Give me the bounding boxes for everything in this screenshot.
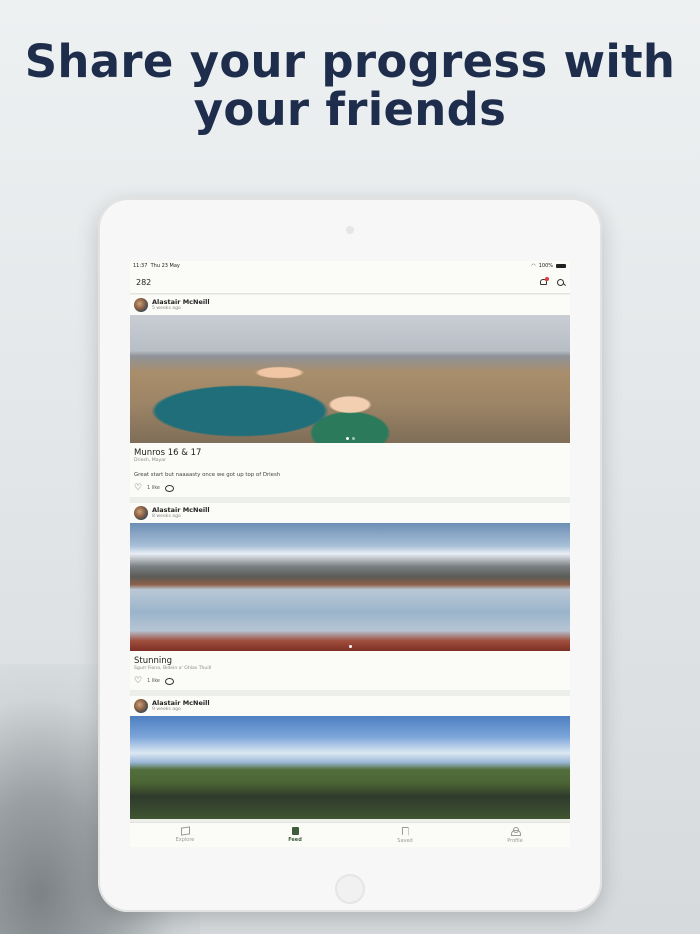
post-text: Great start but naaaasty once we got up … [134, 472, 281, 478]
post-body: Munros 16 & 17 Driesh, Mayar Great start… [130, 443, 570, 497]
like-count[interactable]: 1 like [147, 679, 160, 684]
tab-label: Profile [507, 837, 523, 844]
post-reactions: ♡ 1 like [134, 676, 566, 686]
avatar[interactable] [134, 506, 148, 520]
post-time: 9 weeks ago [152, 706, 181, 712]
comment-icon[interactable] [164, 484, 174, 492]
battery-icon [556, 264, 566, 268]
battery-level: 100% [538, 263, 553, 269]
post-author[interactable]: Alastair McNeill [152, 506, 210, 514]
post-location: Sgurr Fiona, Bidein a' Ghlas Thuill [134, 666, 212, 671]
camera-icon [346, 226, 354, 234]
post-header[interactable]: Alastair McNeill 9 weeks ago [130, 696, 570, 716]
headline-text-2: your [193, 83, 326, 136]
feed-icon [291, 827, 299, 835]
post-body: Stunning Sgurr Fiona, Bidein a' Ghlas Th… [130, 651, 570, 690]
headline-text-1: your progress with [173, 35, 676, 88]
post-card[interactable]: Alastair McNeill 8 weeks ago Stunning Sg… [130, 503, 570, 690]
post-header[interactable]: Alastair McNeill 5 weeks ago [130, 295, 570, 315]
post-photo[interactable] [130, 523, 570, 651]
post-card[interactable]: Alastair McNeill 9 weeks ago [130, 696, 570, 819]
carousel-dots [130, 645, 570, 648]
app-screen: 11:37 Thu 23 May ◠ 100% 282 Alastair McN… [130, 261, 570, 847]
post-author[interactable]: Alastair McNeill [152, 699, 210, 707]
post-card[interactable]: Alastair McNeill 5 weeks ago Munros 16 &… [130, 295, 570, 497]
tab-label: Feed [288, 837, 302, 843]
headline-bold-1: Share [24, 35, 174, 88]
map-icon [180, 826, 190, 836]
post-author[interactable]: Alastair McNeill [152, 298, 210, 306]
status-time: 11:37 Thu 23 May [133, 263, 180, 269]
post-reactions: ♡ 1 like [134, 483, 566, 493]
post-location: Driesh, Mayar [134, 458, 166, 463]
app-count: 282 [136, 277, 152, 287]
like-count[interactable]: 1 like [147, 486, 160, 491]
app-bar: 282 [130, 271, 570, 294]
heart-icon[interactable]: ♡ [134, 676, 142, 686]
home-button[interactable] [335, 874, 365, 904]
tab-profile[interactable]: Profile [460, 823, 570, 847]
headline: Share your progress with your friends [0, 38, 700, 134]
post-header[interactable]: Alastair McNeill 8 weeks ago [130, 503, 570, 523]
bell-icon[interactable] [540, 277, 549, 286]
status-bar: 11:37 Thu 23 May ◠ 100% [130, 261, 570, 271]
heart-icon[interactable]: ♡ [134, 483, 142, 493]
headline-bold-2: friends [325, 83, 507, 136]
avatar[interactable] [134, 699, 148, 713]
tab-feed[interactable]: Feed [240, 823, 350, 847]
post-photo[interactable] [130, 716, 570, 819]
search-icon[interactable] [557, 278, 564, 286]
post-time: 5 weeks ago [152, 305, 181, 311]
person-icon [511, 826, 521, 836]
app-actions [540, 277, 564, 286]
tab-label: Saved [397, 837, 413, 844]
carousel-dots [130, 437, 570, 440]
bookmark-icon [401, 826, 409, 836]
status-right: ◠ 100% [531, 263, 566, 269]
post-photo[interactable] [130, 315, 570, 443]
post-title: Stunning [134, 656, 173, 666]
tablet-frame: 11:37 Thu 23 May ◠ 100% 282 Alastair McN… [98, 198, 602, 912]
tab-explore[interactable]: Explore [130, 823, 240, 847]
avatar[interactable] [134, 298, 148, 312]
wifi-icon: ◠ [531, 263, 536, 269]
tab-label: Explore [175, 837, 195, 843]
tab-saved[interactable]: Saved [350, 823, 460, 847]
comment-icon[interactable] [164, 677, 174, 685]
notification-dot [545, 277, 549, 281]
tab-bar: Explore Feed Saved Profile [130, 822, 570, 847]
post-title: Munros 16 & 17 [134, 448, 202, 458]
post-time: 8 weeks ago [152, 513, 181, 519]
feed-list[interactable]: Alastair McNeill 5 weeks ago Munros 16 &… [130, 295, 570, 825]
